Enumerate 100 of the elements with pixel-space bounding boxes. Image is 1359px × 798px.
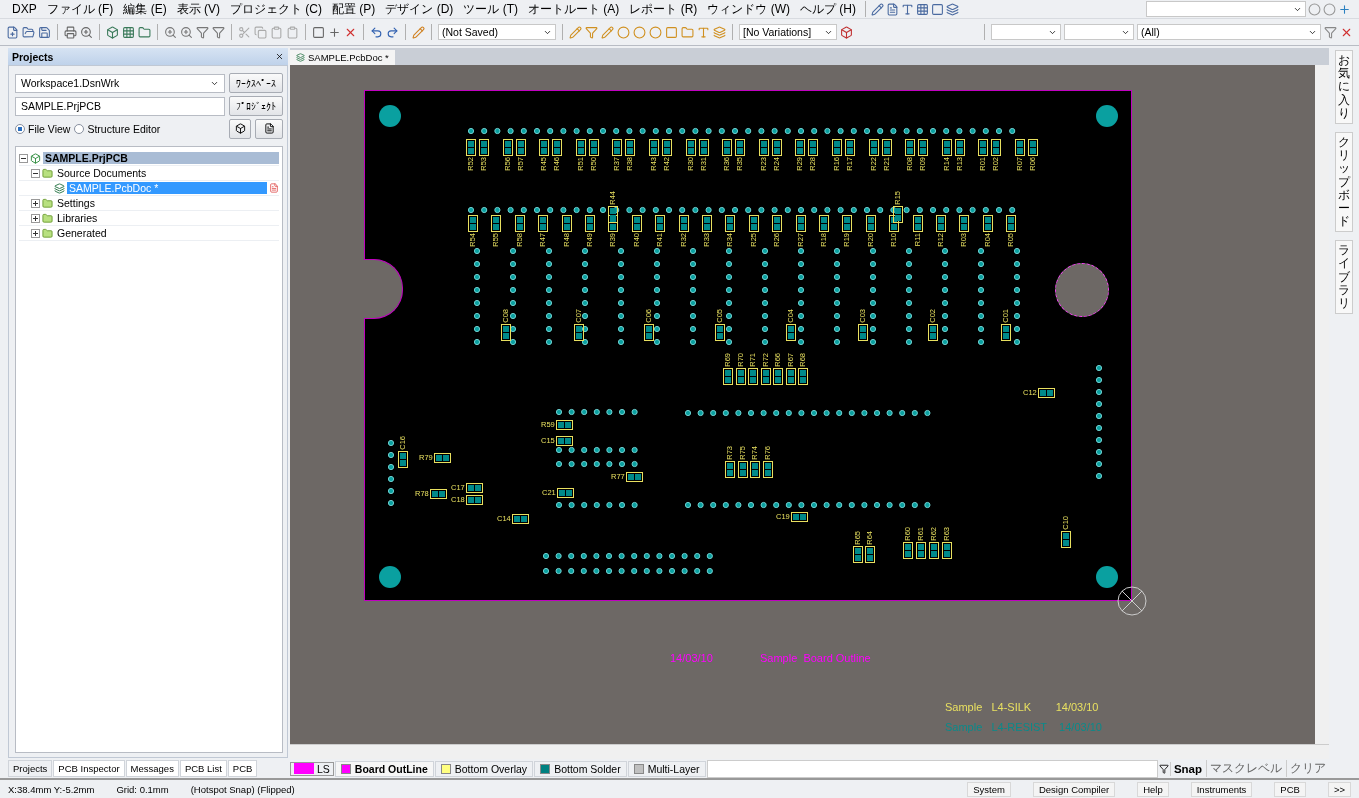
tree-item[interactable]: Settings	[55, 197, 97, 209]
toolbar-icon[interactable]	[106, 25, 119, 39]
project-field[interactable]: SAMPLE.PrjPCB	[15, 96, 225, 116]
menu-item[interactable]: プロジェクト (C)	[226, 0, 327, 18]
snap-panel-button[interactable]: クリア	[1286, 760, 1329, 777]
silkscreen-text: Sample Board Outline	[760, 652, 871, 664]
menu-item[interactable]: デザイン (D)	[381, 0, 458, 18]
expand-icon[interactable]	[31, 198, 40, 208]
current-layer-set[interactable]: LS	[290, 761, 334, 776]
toolbar-icon[interactable]	[164, 25, 177, 39]
menu-item[interactable]: 編集 (E)	[119, 0, 171, 18]
tree-item[interactable]: Generated	[55, 227, 109, 239]
document-menu-button[interactable]	[255, 119, 283, 139]
panel-button[interactable]: Help	[1137, 781, 1169, 797]
toolbar-icon[interactable]	[585, 25, 598, 39]
toolbar-icon[interactable]	[80, 25, 93, 39]
collapse-icon[interactable]	[19, 153, 28, 163]
toolbar-icon[interactable]	[180, 25, 193, 39]
panel-button[interactable]: Design Compiler	[1032, 781, 1116, 797]
toolbar-icon[interactable]	[601, 25, 614, 39]
variations-combo[interactable]: [No Variations]	[739, 24, 837, 40]
menu-item[interactable]: レポート (R)	[625, 0, 702, 18]
toolbar-icon[interactable]	[633, 25, 646, 39]
toolbar-icon[interactable]	[946, 2, 960, 16]
expand-icon[interactable]	[31, 213, 40, 223]
toolbar-icon[interactable]	[6, 25, 19, 39]
filter-combo[interactable]: (All)	[1137, 24, 1321, 40]
toolbar-icon[interactable]	[840, 25, 853, 39]
side-panel-tab[interactable]: お気に入り	[1335, 50, 1353, 124]
menu-item[interactable]: 表示 (V)	[172, 0, 225, 18]
document-state-combo[interactable]: (Not Saved)	[438, 24, 556, 40]
menu-item[interactable]: 配置 (P)	[328, 0, 380, 18]
menu-item[interactable]: ツール (T)	[459, 0, 523, 18]
toolbar-icon[interactable]	[412, 25, 425, 39]
toolbar-icon[interactable]	[713, 25, 726, 39]
toolbar-icon[interactable]	[569, 25, 582, 39]
panel-button[interactable]: PCB	[1274, 781, 1306, 797]
globe-button[interactable]	[229, 119, 251, 139]
workspace-button[interactable]: ﾜｰｸｽﾍﾟｰｽ	[229, 73, 283, 93]
menu-item[interactable]: ウィンドウ (W)	[703, 0, 795, 18]
menu-item[interactable]: オートルート (A)	[524, 0, 624, 18]
document-tab[interactable]: SAMPLE.PcbDoc *	[290, 50, 395, 65]
toolbar-icon[interactable]	[370, 25, 383, 39]
menu-item[interactable]: ヘルプ (H)	[796, 0, 861, 18]
panel-button[interactable]: System	[967, 781, 1011, 797]
pad-footprint	[941, 139, 952, 156]
toolbar-icon[interactable]	[1338, 2, 1351, 16]
layer-tab[interactable]: Bottom Solder	[534, 760, 627, 777]
pcb-canvas[interactable]	[290, 65, 1315, 744]
toolbar-icon[interactable]	[617, 25, 630, 39]
filter-icon[interactable]	[1158, 763, 1169, 774]
toolbar-icon[interactable]	[1324, 25, 1337, 39]
toolbar-icon[interactable]	[901, 2, 915, 16]
pad-footprint	[903, 541, 913, 559]
panel-button[interactable]: Instruments	[1190, 781, 1253, 797]
snap-panel-button[interactable]: マスクレベル	[1206, 760, 1285, 777]
view-radio[interactable]: File View	[15, 123, 71, 135]
tree-item[interactable]: SAMPLE.PrjPCB	[43, 152, 279, 164]
view-radio[interactable]: Structure Editor	[74, 123, 161, 135]
panel-tab[interactable]: Messages	[125, 759, 179, 777]
toolbar-icon[interactable]	[196, 25, 209, 39]
toolbar-icon[interactable]	[122, 25, 135, 39]
panel-tab[interactable]: PCB List	[179, 759, 227, 777]
toolbar-icon[interactable]	[697, 25, 710, 39]
expand-icon[interactable]	[31, 228, 40, 238]
menu-item[interactable]: DXP	[8, 2, 41, 16]
toolbar-icon[interactable]	[931, 2, 945, 16]
panel-tab[interactable]: PCB	[227, 759, 258, 777]
project-button[interactable]: ﾌﾟﾛｼﾞｪｸﾄ	[229, 96, 283, 116]
menu-item[interactable]: ファイル (F)	[42, 0, 118, 18]
toolbar-icon[interactable]	[38, 25, 51, 39]
toolbar-icon[interactable]	[871, 2, 885, 16]
side-panel-tab[interactable]: クリップボード	[1335, 131, 1353, 233]
toolbar-icon[interactable]	[886, 2, 900, 16]
toolbar-icon[interactable]	[212, 25, 225, 39]
toolbar-icon[interactable]	[64, 25, 77, 39]
toolbar-icon[interactable]	[649, 25, 662, 39]
tree-item[interactable]: Source Documents	[55, 167, 149, 179]
toolbar-icon[interactable]	[1308, 2, 1321, 16]
toolbar-icon[interactable]	[1323, 2, 1336, 16]
layer-tab[interactable]: Multi-Layer	[627, 760, 706, 777]
snap-panel-button[interactable]: Snap	[1169, 761, 1205, 776]
toolbar-icon[interactable]	[665, 25, 678, 39]
collapse-icon[interactable]	[31, 168, 40, 178]
panel-button[interactable]: >>	[1327, 781, 1351, 797]
toolbar-icon[interactable]	[916, 2, 930, 16]
panel-tab[interactable]: Projects	[8, 759, 53, 777]
workspace-field[interactable]: Workspace1.DsnWrk	[15, 73, 225, 93]
pad-footprint	[702, 215, 712, 232]
toolbar-icon[interactable]	[312, 25, 325, 39]
side-panel-tab[interactable]: ライブラリ	[1335, 240, 1353, 315]
panel-tab[interactable]: PCB Inspector	[53, 759, 125, 777]
layer-tab[interactable]: Board OutLine	[334, 760, 434, 777]
toolbar-icon[interactable]	[138, 25, 151, 39]
toolbar-icon[interactable]	[386, 25, 399, 39]
toolbar-icon[interactable]	[328, 25, 341, 39]
toolbar-icon[interactable]	[22, 25, 35, 39]
layer-tab[interactable]: Bottom Overlay	[434, 760, 534, 777]
tree-item[interactable]: Libraries	[55, 212, 100, 224]
close-icon[interactable]	[275, 52, 284, 61]
